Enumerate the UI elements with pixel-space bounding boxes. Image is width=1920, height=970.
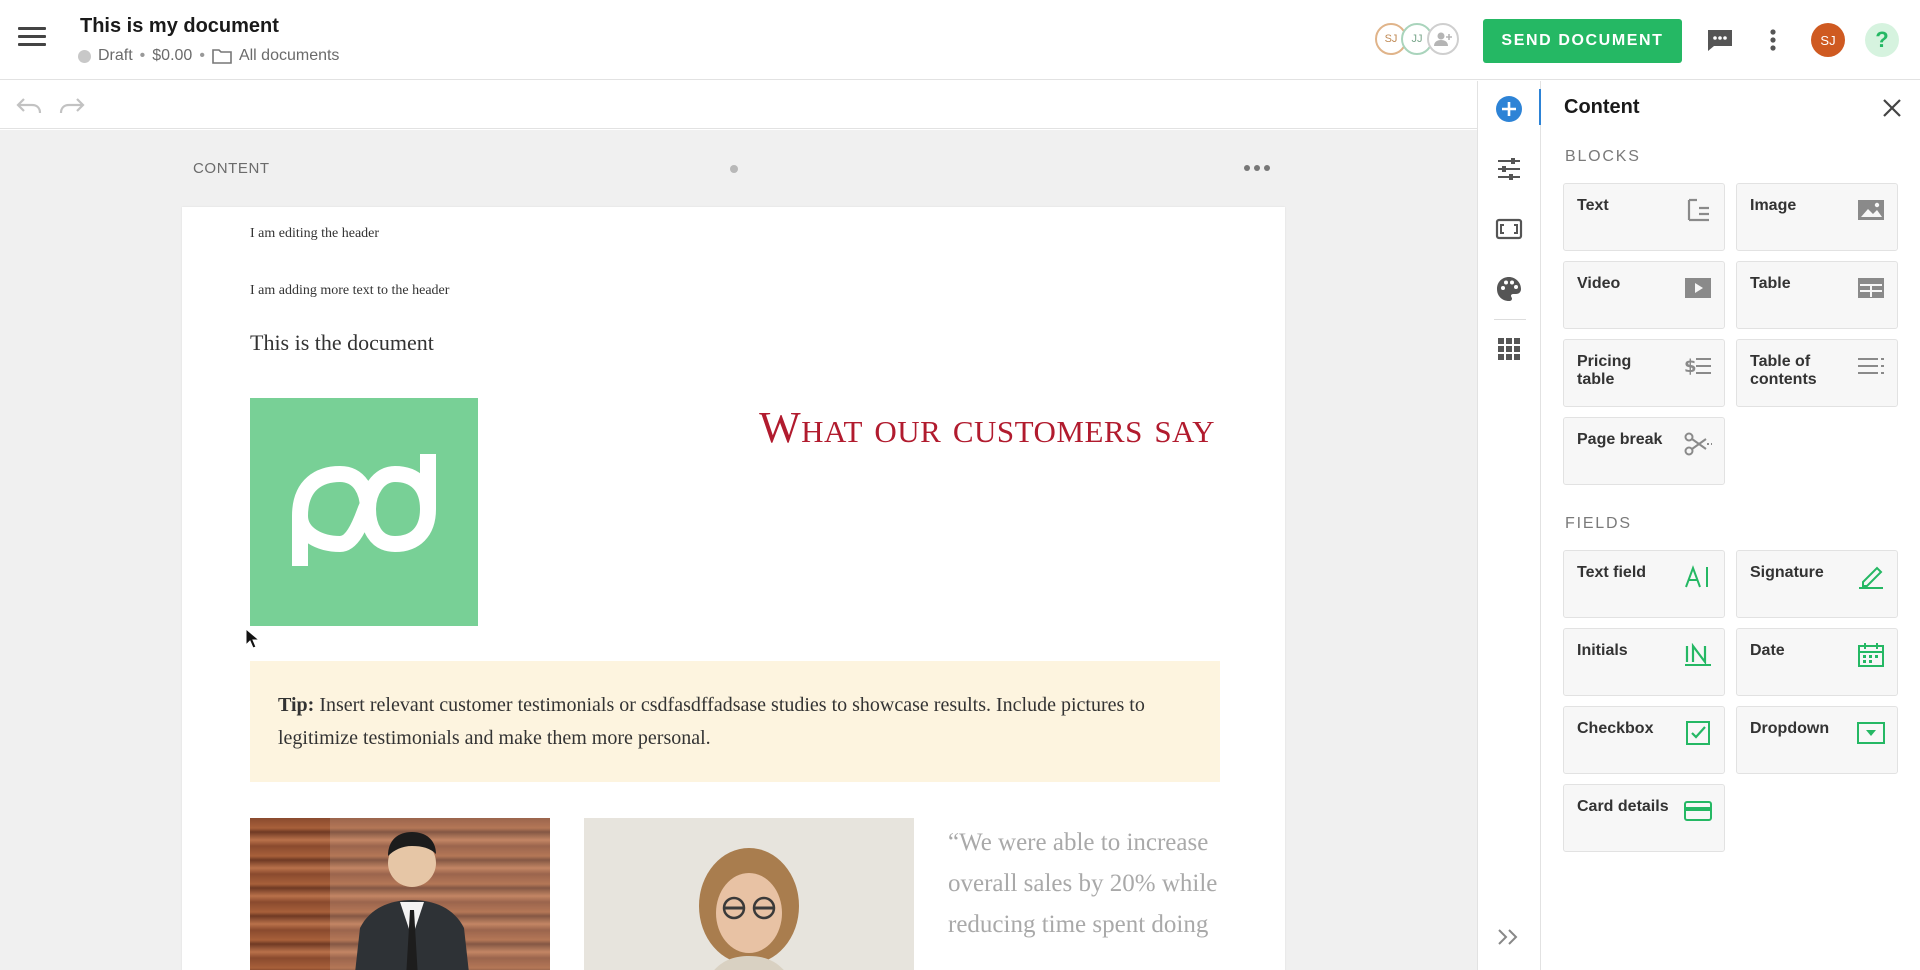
- tip-text: Insert relevant customer testimonials or…: [278, 694, 1145, 749]
- block-label: Table of contents: [1750, 353, 1817, 388]
- add-content-icon[interactable]: [1493, 93, 1525, 125]
- rail-divider: [1494, 319, 1526, 320]
- right-rail: [1477, 81, 1542, 970]
- content-panel: Content BLOCKS Text Image Video Table Pr…: [1541, 81, 1920, 970]
- checkbox-icon: [1684, 719, 1712, 747]
- document-page: I am editing the header I am adding more…: [182, 207, 1285, 970]
- page-break-icon: [1684, 430, 1712, 458]
- table-block-icon: [1857, 274, 1885, 302]
- close-icon[interactable]: [1880, 96, 1904, 120]
- document-title[interactable]: This is my document: [80, 15, 279, 38]
- collapse-panel-icon[interactable]: [1496, 926, 1522, 953]
- field-text-field[interactable]: Text field: [1563, 550, 1725, 618]
- table-of-contents-icon: [1857, 352, 1885, 380]
- field-checkbox[interactable]: Checkbox: [1563, 706, 1725, 774]
- settings-sliders-icon[interactable]: [1493, 153, 1525, 185]
- field-dropdown[interactable]: Dropdown: [1736, 706, 1898, 774]
- send-document-button[interactable]: SEND DOCUMENT: [1483, 19, 1682, 63]
- apps-grid-icon[interactable]: [1493, 333, 1525, 365]
- field-initials[interactable]: Initials: [1563, 628, 1725, 696]
- status-text: Draft: [98, 47, 133, 64]
- embed-code-icon[interactable]: [1493, 213, 1525, 245]
- date-icon: [1857, 641, 1885, 669]
- meta-separator: •: [199, 47, 205, 64]
- pricing-table-icon: $: [1684, 352, 1712, 380]
- block-table[interactable]: Table: [1736, 261, 1898, 329]
- field-label: Card details: [1577, 798, 1669, 815]
- editor-canvas: CONTENT I am editing the header I am add…: [0, 130, 1477, 970]
- meta-separator: •: [139, 47, 146, 64]
- panel-title: Content: [1564, 96, 1640, 118]
- editor-toolbar: [0, 81, 1477, 129]
- testimonial-quote[interactable]: “We were able to increase overall sales …: [948, 822, 1238, 945]
- document-price: $0.00: [152, 47, 193, 64]
- block-label: Video: [1577, 275, 1621, 292]
- add-collaborator-icon[interactable]: [1427, 23, 1459, 55]
- tip-label: Tip:: [278, 694, 315, 716]
- initials-icon: [1684, 641, 1712, 669]
- field-card-details[interactable]: Card details: [1563, 784, 1725, 852]
- block-video[interactable]: Video: [1563, 261, 1725, 329]
- field-label: Date: [1750, 642, 1785, 659]
- video-block-icon: [1684, 274, 1712, 302]
- comments-icon[interactable]: [1704, 24, 1736, 56]
- document-heading[interactable]: This is the document: [250, 330, 434, 356]
- status-dot-icon: [78, 49, 91, 63]
- customer-photo-man[interactable]: [250, 818, 550, 970]
- dropdown-icon: [1857, 719, 1885, 747]
- more-vertical-icon[interactable]: [1757, 24, 1789, 56]
- document-meta: Draft • $0.00 • All documents: [78, 47, 339, 65]
- text-field-icon: [1684, 563, 1712, 591]
- folder-icon: [212, 48, 232, 64]
- header-text-line[interactable]: I am editing the header: [250, 226, 379, 242]
- signature-icon: [1857, 563, 1885, 591]
- customer-photo-woman[interactable]: [584, 818, 914, 970]
- field-label: Signature: [1750, 564, 1824, 581]
- user-avatar[interactable]: SJ: [1811, 23, 1845, 57]
- section-label: CONTENT: [193, 160, 270, 177]
- folder-link[interactable]: All documents: [239, 47, 340, 65]
- block-pricing-table[interactable]: Pricing table $: [1563, 339, 1725, 407]
- help-icon[interactable]: ?: [1865, 23, 1899, 57]
- image-block-icon: [1857, 196, 1885, 224]
- field-date[interactable]: Date: [1736, 628, 1898, 696]
- block-label: Pricing table: [1577, 353, 1632, 388]
- block-label: Image: [1750, 197, 1797, 214]
- block-image[interactable]: Image: [1736, 183, 1898, 251]
- undo-icon[interactable]: [15, 95, 43, 117]
- field-label: Checkbox: [1577, 720, 1654, 737]
- pandadoc-logo-image[interactable]: [250, 398, 478, 626]
- block-text[interactable]: Text: [1563, 183, 1725, 251]
- theme-palette-icon[interactable]: [1493, 273, 1525, 305]
- text-block-icon: [1684, 196, 1712, 224]
- field-label: Initials: [1577, 642, 1628, 659]
- field-label: Dropdown: [1750, 720, 1830, 737]
- mouse-cursor-icon: [245, 627, 261, 655]
- field-label: Text field: [1577, 564, 1647, 581]
- blocks-section-label: BLOCKS: [1565, 148, 1641, 165]
- redo-icon[interactable]: [58, 95, 86, 117]
- hamburger-menu-icon[interactable]: [18, 27, 46, 49]
- top-bar: This is my document Draft • $0.00 • All …: [0, 0, 1920, 80]
- tip-box[interactable]: Tip: Insert relevant customer testimonia…: [250, 661, 1220, 782]
- svg-text:$: $: [1684, 356, 1697, 377]
- fields-section-label: FIELDS: [1565, 515, 1632, 532]
- field-signature[interactable]: Signature: [1736, 550, 1898, 618]
- testimonials-title[interactable]: What our customers say: [759, 402, 1215, 453]
- block-label: Text: [1577, 197, 1609, 214]
- header-text-line[interactable]: I am adding more text to the header: [250, 283, 449, 299]
- block-page-break[interactable]: Page break: [1563, 417, 1725, 485]
- drag-handle-icon[interactable]: [730, 165, 738, 173]
- card-details-icon: [1684, 797, 1712, 825]
- block-table-of-contents[interactable]: Table of contents: [1736, 339, 1898, 407]
- block-label: Table: [1750, 275, 1791, 292]
- collaborator-avatars[interactable]: SJ JJ: [1375, 23, 1459, 55]
- block-label: Page break: [1577, 431, 1663, 448]
- section-more-icon[interactable]: [1244, 165, 1270, 171]
